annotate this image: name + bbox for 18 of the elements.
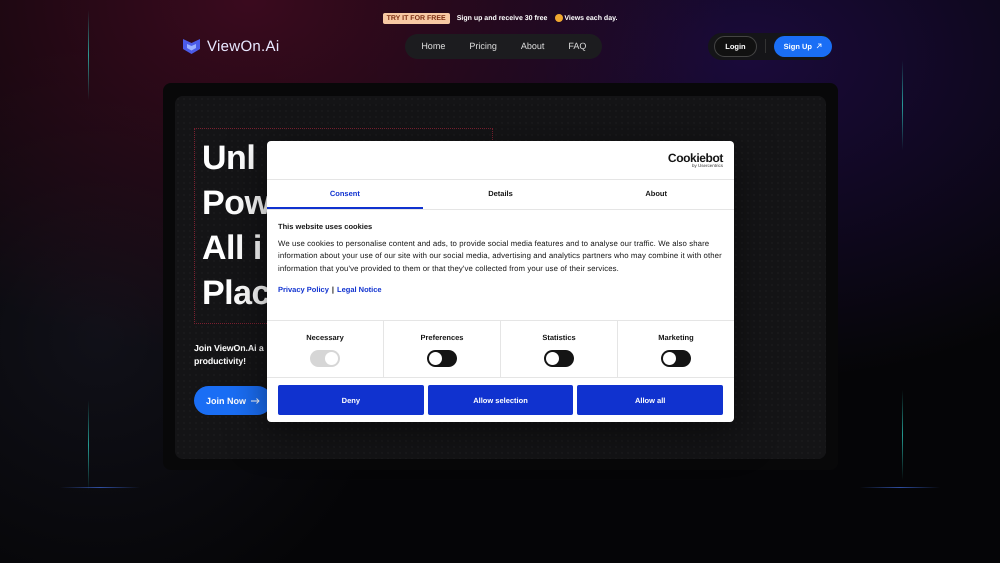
nav-link[interactable]: About: [508, 41, 556, 51]
logo-icon: [182, 37, 201, 55]
hero-subtitle: Join ViewOn.Ai a: [194, 342, 264, 355]
hero-heading: Plac: [202, 273, 270, 314]
toggle-switch[interactable]: [427, 350, 457, 367]
arrow-icon: [251, 398, 260, 404]
nav-link[interactable]: Home: [409, 41, 458, 51]
hero-heading: Unl: [202, 138, 256, 179]
nav-link[interactable]: FAQ: [556, 41, 598, 51]
toggle-switch[interactable]: [544, 350, 574, 367]
brand-logo: Cookiebot: [668, 152, 723, 164]
logo-text[interactable]: ViewOn.Ai: [207, 38, 280, 54]
hero-heading: All i: [202, 228, 262, 269]
coin-icon: [555, 14, 564, 22]
toggle-switch[interactable]: [661, 350, 691, 367]
arrow-icon: [816, 43, 822, 49]
nav-link[interactable]: Pricing: [457, 41, 509, 51]
hero-subtitle: productivity!: [194, 355, 246, 368]
